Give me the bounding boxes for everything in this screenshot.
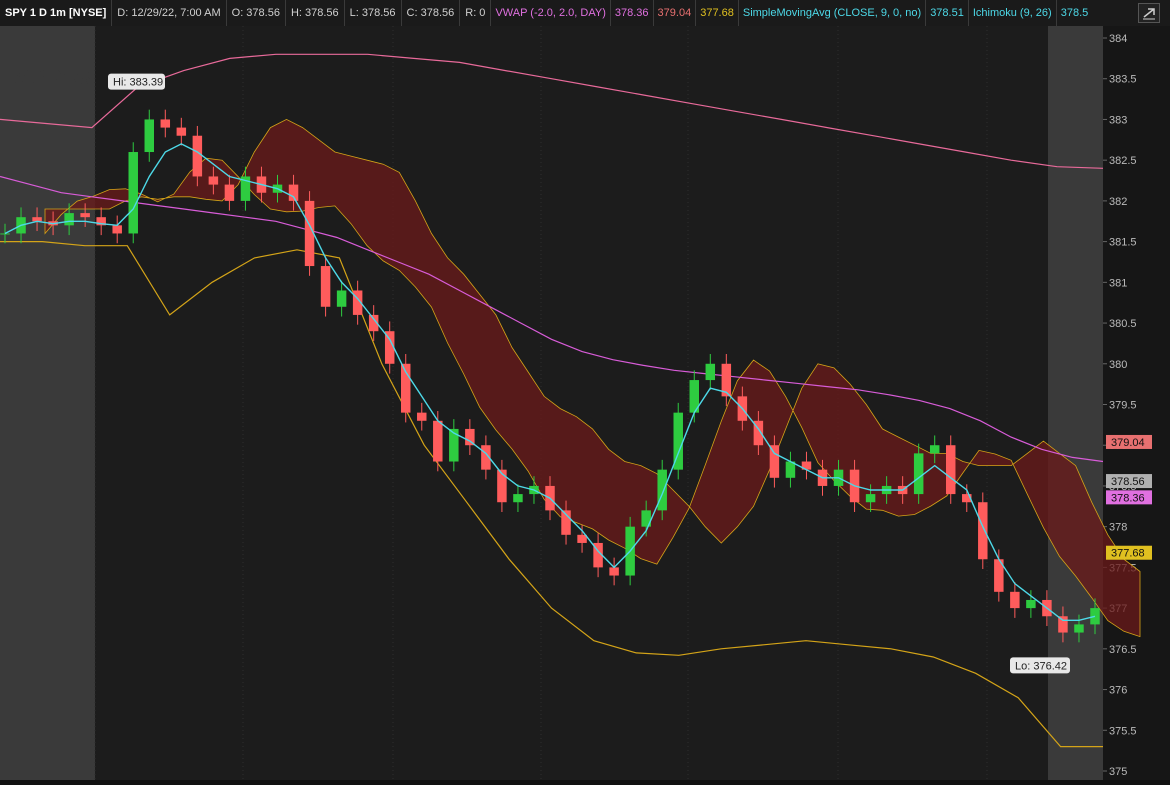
chart-header: SPY 1 D 1m [NYSE] D: 12/29/22, 7:00 AM O… xyxy=(0,0,1170,27)
y-tick-label: 384 xyxy=(1109,33,1127,45)
y-tick-label: 380.5 xyxy=(1109,318,1137,330)
candle-body xyxy=(978,502,988,560)
y-tick-label: 380 xyxy=(1109,359,1127,371)
range-readout: R: 0 xyxy=(460,0,492,26)
candle-body xyxy=(945,445,956,495)
sma-value: 378.51 xyxy=(925,0,969,26)
price-axis-label: 377.68 xyxy=(1111,548,1145,560)
candle-body xyxy=(160,119,171,128)
y-tick-label: 382 xyxy=(1109,196,1127,208)
candle-body xyxy=(769,445,780,478)
y-tick-label: 381.5 xyxy=(1109,237,1137,249)
expand-chart-icon[interactable] xyxy=(1138,3,1160,23)
candle-body xyxy=(1090,608,1100,625)
candle-body xyxy=(176,127,187,136)
y-tick-label: 382.5 xyxy=(1109,155,1137,167)
vwap-lower-value: 377.68 xyxy=(695,0,739,26)
vwap-study-label[interactable]: VWAP (-2.0, 2.0, DAY) xyxy=(491,0,609,26)
y-tick-label: 378 xyxy=(1109,522,1127,534)
candle-body xyxy=(657,469,667,511)
candle-body xyxy=(1010,591,1020,609)
price-chart[interactable]: 384 383.5 383 382.5 382 381.5 381 380.5 380 379.5… xyxy=(0,26,1170,780)
candle-body xyxy=(192,135,203,177)
candle-body xyxy=(1026,599,1036,609)
candle-body xyxy=(865,494,876,503)
price-axis-label: 378.56 xyxy=(1111,476,1145,488)
candle-body xyxy=(80,213,90,218)
candle-body xyxy=(0,233,10,235)
candle-body xyxy=(288,184,299,201)
open-readout: O: 378.56 xyxy=(227,0,286,26)
chart-area[interactable]: 384 383.5 383 382.5 382 381.5 381 380.5 380 379.5… xyxy=(0,26,1170,780)
low-annotation: Lo: 376.42 xyxy=(1015,660,1067,672)
candle-body xyxy=(449,428,459,462)
candle-body xyxy=(577,534,587,543)
high-annotation: Hi: 383.39 xyxy=(113,77,163,89)
candle-body xyxy=(320,266,331,307)
candle-body xyxy=(609,567,619,576)
spdrs-logo: SPDRs xyxy=(14,64,93,89)
y-tick-label: 375.5 xyxy=(1109,725,1137,737)
y-tick-label: 375 xyxy=(1109,766,1127,778)
candle-body xyxy=(929,445,940,454)
premarket-shade xyxy=(0,26,95,780)
vwap-upper-value: 379.04 xyxy=(652,0,696,26)
candle-body xyxy=(112,225,122,234)
y-tick-label: 383.5 xyxy=(1109,74,1137,86)
y-tick-label: 376.5 xyxy=(1109,644,1137,656)
low-readout: L: 378.56 xyxy=(345,0,402,26)
candle-body xyxy=(144,119,155,153)
candle-body xyxy=(1058,616,1068,633)
vwap-value: 378.36 xyxy=(609,0,653,26)
candle-body xyxy=(417,412,427,421)
y-tick-label: 383 xyxy=(1109,114,1127,126)
ichimoku-value: 378.5 xyxy=(1055,0,1093,26)
candle-body xyxy=(208,176,219,185)
sma-study-label[interactable]: SimpleMovingAvg (CLOSE, 9, 0, no) xyxy=(739,0,925,26)
candle-body xyxy=(433,420,443,462)
candle-body xyxy=(64,213,74,226)
symbol-label[interactable]: SPY 1 D 1m [NYSE] xyxy=(0,0,113,26)
ichimoku-study-label[interactable]: Ichimoku (9, 26) xyxy=(969,0,1056,26)
y-tick-label: 376 xyxy=(1109,685,1127,697)
y-tick-label: 381 xyxy=(1109,277,1127,289)
y-tick-label: 379.5 xyxy=(1109,400,1137,412)
candle-body xyxy=(1074,624,1084,633)
candle-body xyxy=(705,363,716,381)
candle-body xyxy=(913,453,924,495)
high-readout: H: 378.56 xyxy=(286,0,345,26)
candle-body xyxy=(513,494,523,503)
close-readout: C: 378.56 xyxy=(402,0,461,26)
candle-body xyxy=(128,152,138,234)
candle-body xyxy=(336,290,347,307)
price-axis-label: 379.04 xyxy=(1111,437,1145,449)
date-readout: D: 12/29/22, 7:00 AM xyxy=(112,0,227,26)
candle-body xyxy=(224,184,235,201)
price-axis-label: 378.36 xyxy=(1111,492,1145,504)
